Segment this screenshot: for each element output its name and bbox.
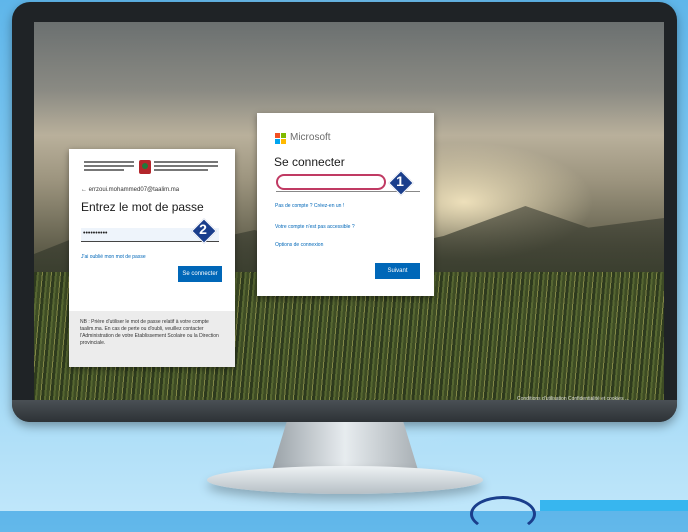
microsoft-brand: Microsoft — [290, 132, 331, 143]
signin-title: Se connecter — [274, 155, 345, 169]
footer-links[interactable]: Conditions d'utilisation Confidentialité… — [517, 396, 629, 402]
signin-options-link[interactable]: Options de connexion — [275, 242, 323, 248]
marker-number: 1 — [396, 173, 404, 189]
password-note: NB : Prière d'utiliser le mot de passe r… — [69, 311, 235, 367]
password-card: ← errzoui.mohammed07@taalim.ma Entrez le… — [69, 149, 235, 367]
signin-button[interactable]: Se connecter — [178, 266, 222, 282]
monitor-stand-base — [207, 466, 483, 494]
decorative-ring — [470, 496, 536, 532]
password-title: Entrez le mot de passe — [81, 200, 204, 214]
step-marker-2: 2 — [191, 218, 217, 244]
create-account-link[interactable]: Pas de compte ? Créez-en un ! — [275, 203, 344, 209]
account-access-link[interactable]: Votre compte n'est pas accessible ? — [275, 224, 355, 230]
forgot-password-link[interactable]: J'ai oublié mon mot de passe — [81, 254, 146, 260]
next-button[interactable]: Suivant — [375, 263, 420, 279]
account-email[interactable]: ← errzoui.mohammed07@taalim.ma — [81, 187, 179, 193]
marker-number: 2 — [199, 221, 207, 237]
decorative-bar — [540, 500, 688, 511]
monitor-bezel — [12, 400, 677, 422]
email-input[interactable] — [276, 174, 386, 190]
crest-icon — [139, 160, 151, 174]
monitor-stand-neck — [272, 422, 418, 470]
microsoft-signin-card: Microsoft Se connecter Pas de compte ? C… — [257, 113, 434, 296]
ministry-logo — [84, 158, 224, 178]
step-marker-1: 1 — [388, 170, 414, 196]
note-text: NB : Prière d'utiliser le mot de passe r… — [80, 319, 219, 346]
microsoft-logo-icon — [275, 133, 287, 145]
